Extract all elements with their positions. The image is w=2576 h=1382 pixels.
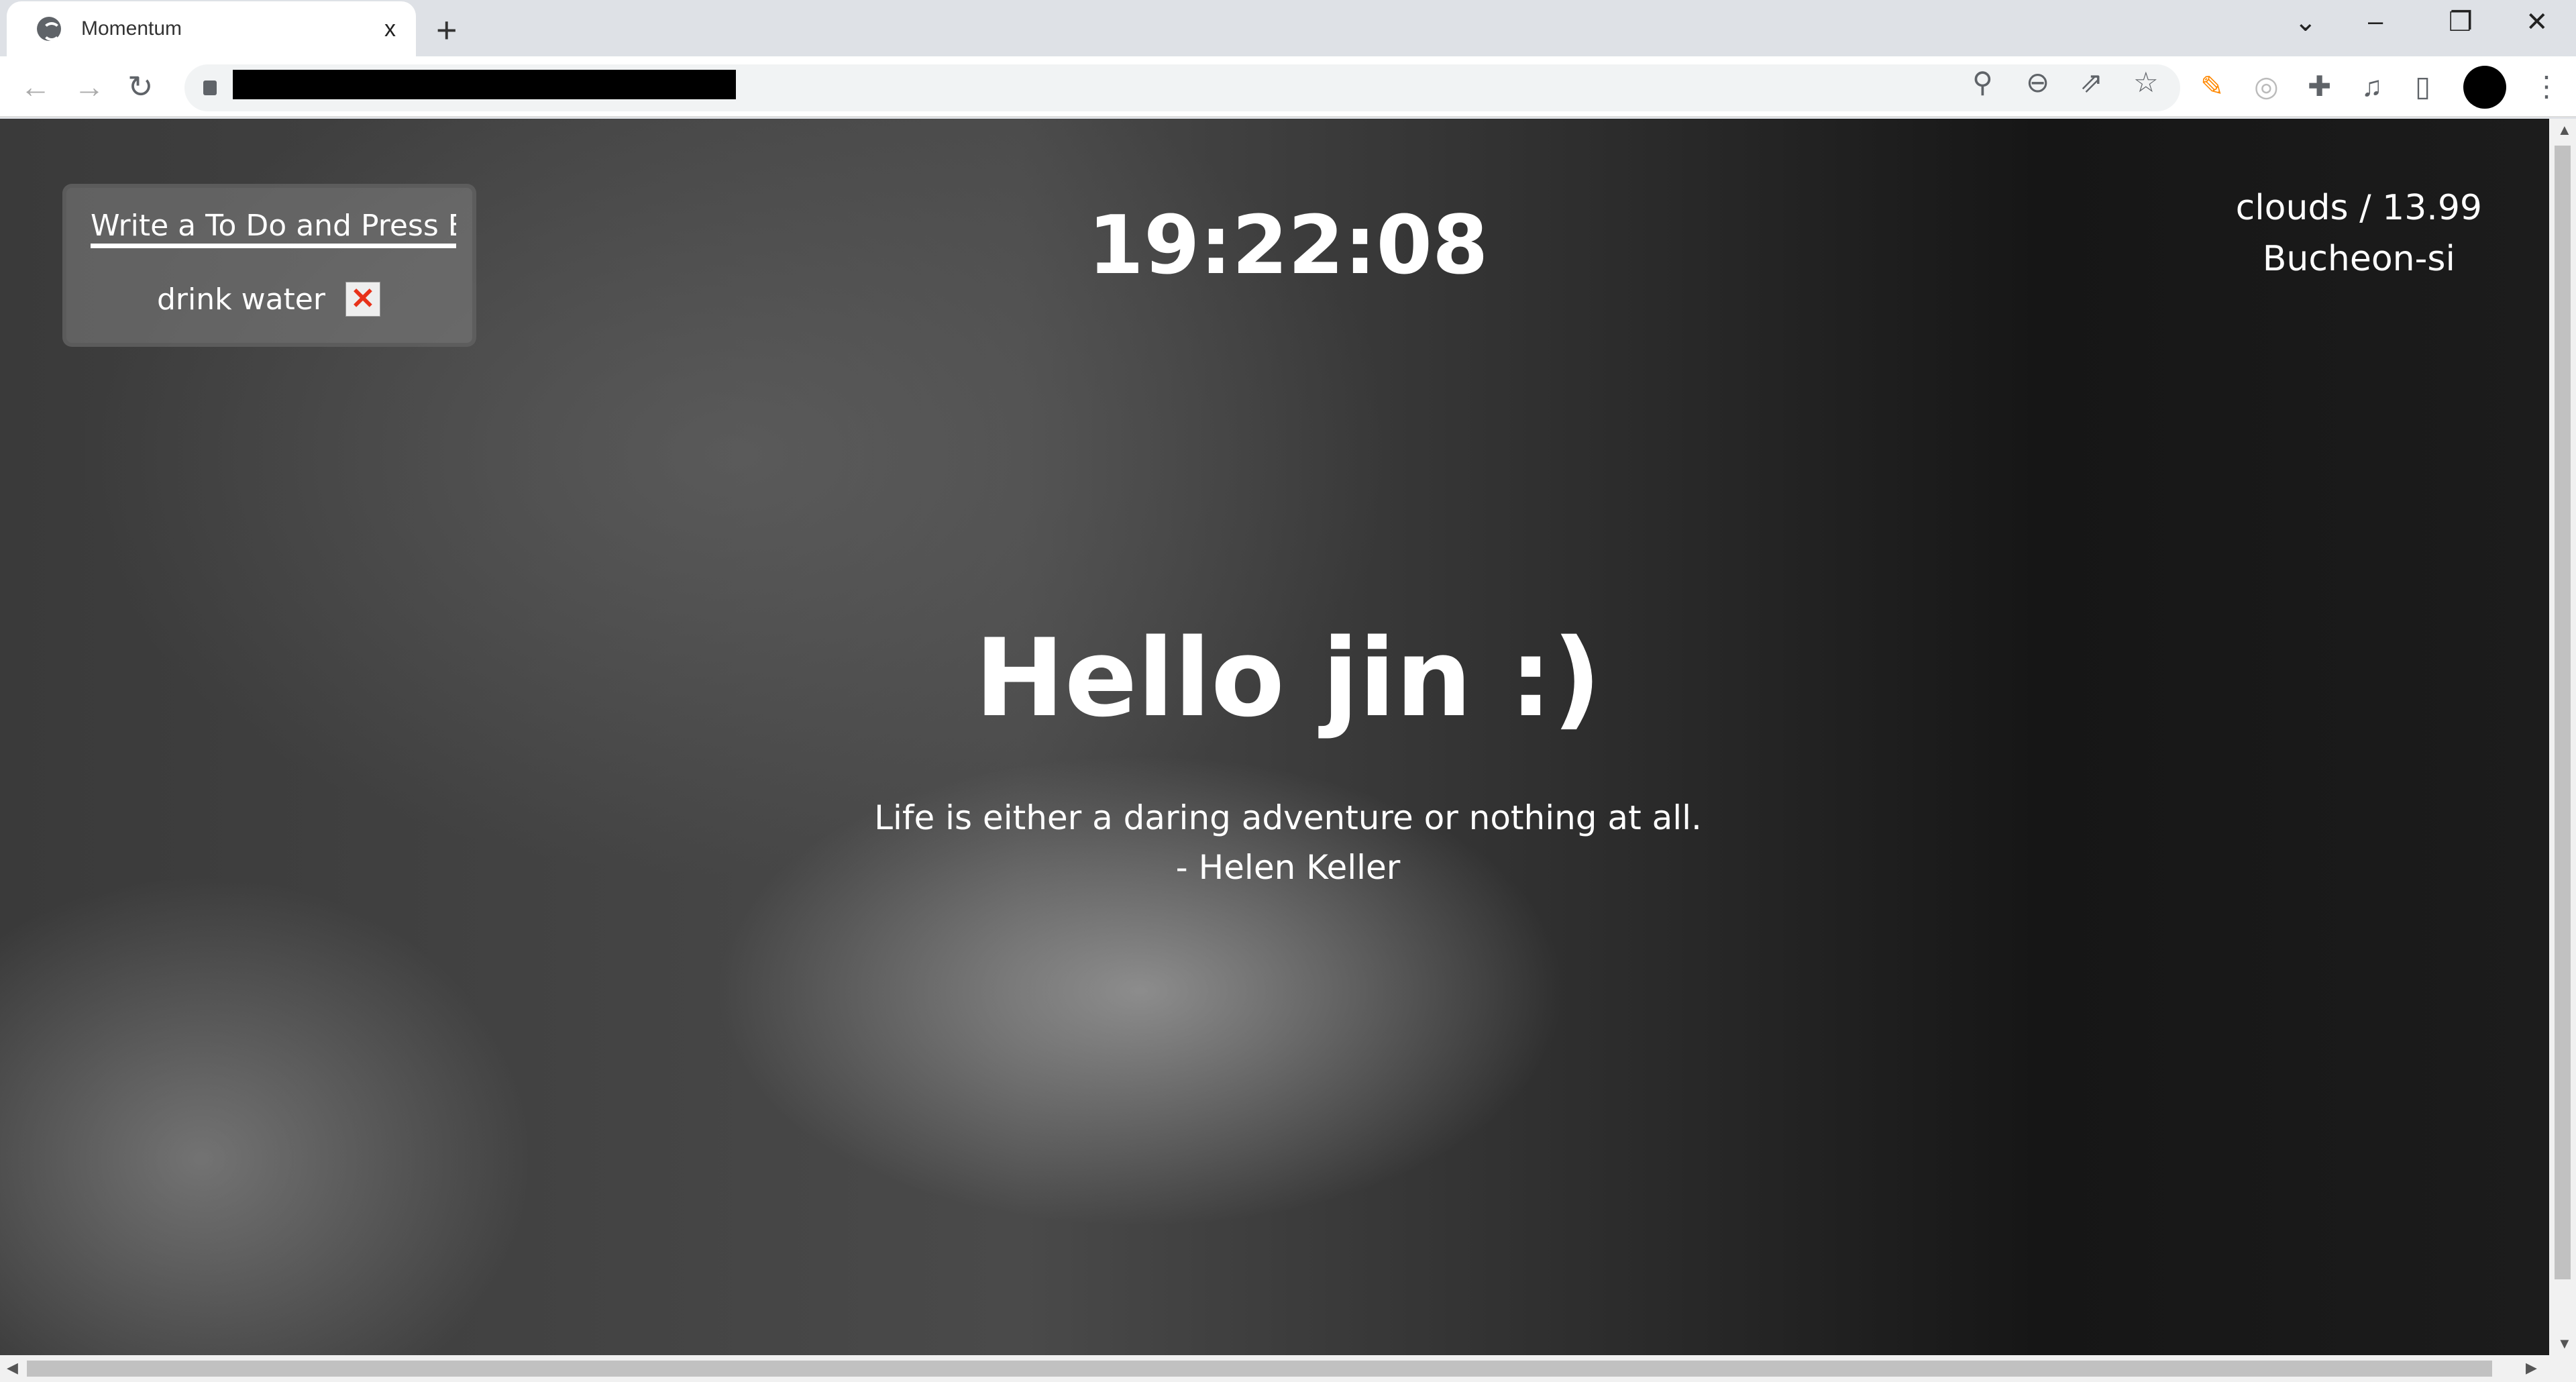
vertical-scroll-thumb[interactable]: [2555, 146, 2571, 1279]
tab-momentum[interactable]: Momentum x: [7, 1, 416, 56]
side-panel-icon[interactable]: ▯: [2415, 68, 2430, 105]
tab-search-icon[interactable]: ⌄: [2294, 7, 2317, 38]
horizontal-scroll-thumb[interactable]: [27, 1361, 2492, 1377]
weather: clouds / 13.99 Bucheon-si: [2236, 182, 2482, 284]
forward-button[interactable]: →: [74, 68, 105, 105]
tab-close-button[interactable]: x: [384, 16, 396, 42]
lock-icon: [203, 81, 217, 95]
minimize-button[interactable]: –: [2368, 7, 2383, 37]
tab-bar: Momentum x + ⌄ – ❐ ✕: [0, 0, 2576, 56]
momentum-page: drink water ✕ 19:22:08 clouds / 13.99 Bu…: [0, 119, 2549, 1355]
address-bar[interactable]: ⚲ ⊖ ⇗ ☆: [184, 64, 2180, 111]
clock: 19:22:08: [1087, 199, 1489, 293]
globe-icon: [37, 17, 61, 41]
profile-avatar[interactable]: [2463, 66, 2506, 109]
scroll-right-arrow[interactable]: ▶: [2526, 1359, 2537, 1377]
quote: Life is either a daring adventure or not…: [0, 793, 2549, 892]
redacted-url: [233, 70, 736, 99]
color-picker-extension-icon[interactable]: ✎: [2200, 68, 2224, 105]
weather-condition-temp: clouds / 13.99: [2235, 188, 2482, 228]
star-icon[interactable]: ☆: [2133, 64, 2159, 101]
share-icon[interactable]: ⇗: [2080, 64, 2103, 101]
tab-title: Momentum: [81, 17, 182, 40]
scroll-down-arrow[interactable]: ▼: [2557, 1335, 2572, 1352]
quote-author: - Helen Keller: [1175, 848, 1401, 887]
horizontal-scrollbar[interactable]: ◀ ▶: [0, 1355, 2576, 1382]
back-button[interactable]: ←: [20, 68, 51, 105]
media-control-icon[interactable]: ♫: [2361, 68, 2383, 105]
zoom-out-icon[interactable]: ⊖: [2026, 64, 2049, 101]
extensions-puzzle-icon[interactable]: ✚: [2308, 68, 2331, 105]
location-icon[interactable]: ⚲: [1972, 64, 1993, 101]
menu-kebab-icon[interactable]: ⋮: [2532, 68, 2561, 105]
close-window-button[interactable]: ✕: [2526, 7, 2548, 38]
ruler-extension-icon[interactable]: ◎: [2254, 68, 2279, 105]
vertical-scrollbar[interactable]: ▲ ▼: [2549, 119, 2576, 1355]
quote-text: Life is either a daring adventure or not…: [874, 798, 1702, 837]
weather-city: Bucheon-si: [2262, 239, 2455, 279]
toolbar: ← → ↻ ⚲ ⊖ ⇗ ☆ ✎ ◎ ✚ ♫ ▯ ⋮: [0, 56, 2576, 117]
restore-button[interactable]: ❐: [2449, 7, 2473, 38]
greeting: Hello jin :): [974, 615, 1602, 741]
reload-button[interactable]: ↻: [127, 68, 154, 105]
new-tab-button[interactable]: +: [436, 9, 458, 51]
scroll-up-arrow[interactable]: ▲: [2557, 121, 2572, 139]
scroll-left-arrow[interactable]: ◀: [7, 1359, 18, 1377]
